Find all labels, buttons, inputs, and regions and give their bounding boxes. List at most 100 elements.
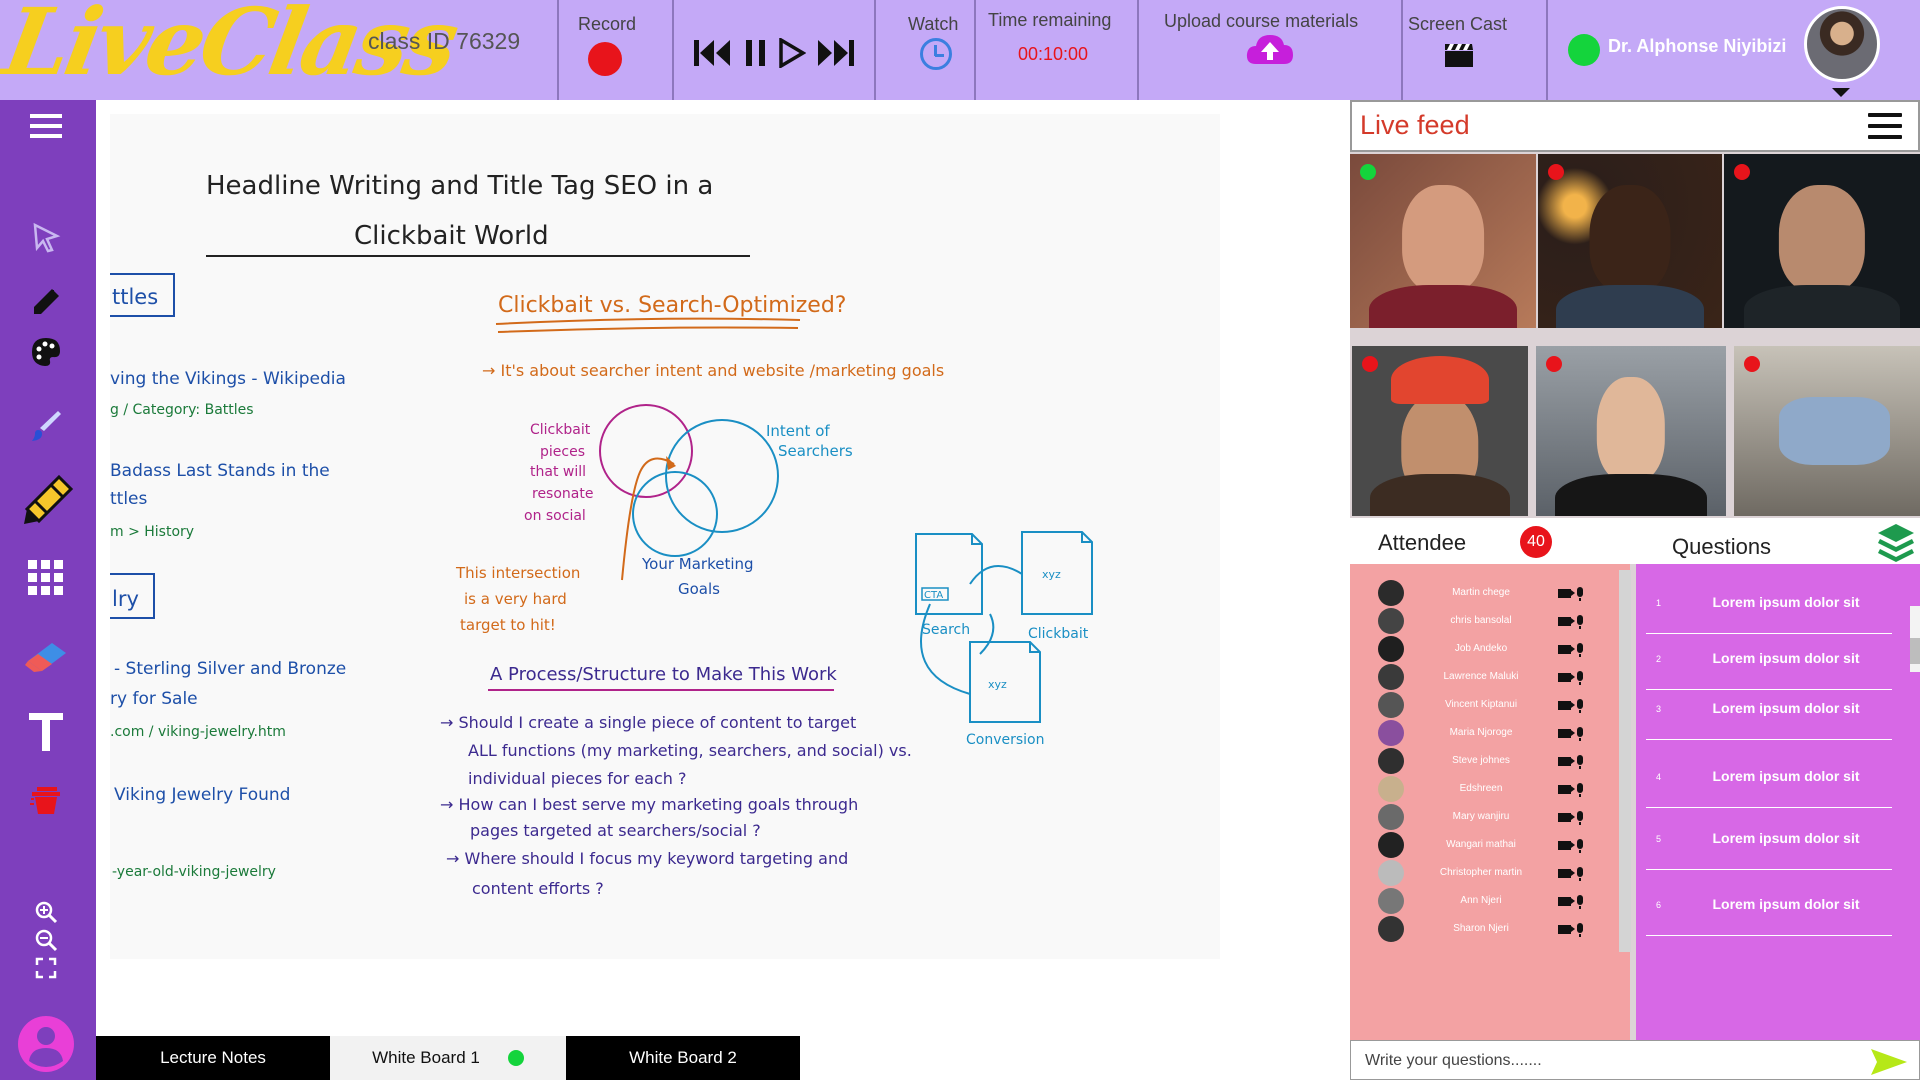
- attendee-row[interactable]: Edshreen: [1378, 776, 1618, 802]
- crayon-tool[interactable]: [20, 472, 76, 528]
- pencil-tool[interactable]: [22, 278, 70, 326]
- menu-icon[interactable]: [1868, 113, 1902, 139]
- user-avatar[interactable]: [1804, 6, 1880, 82]
- attendee-row[interactable]: Ann Njeri: [1378, 888, 1618, 914]
- microphone-icon[interactable]: [1577, 699, 1583, 713]
- camera-icon[interactable]: [1558, 813, 1575, 822]
- camera-icon[interactable]: [1558, 869, 1575, 878]
- camera-icon[interactable]: [1558, 701, 1575, 710]
- microphone-icon[interactable]: [1577, 867, 1583, 881]
- question-item[interactable]: 1 Lorem ipsum dolor sit: [1646, 576, 1892, 634]
- menu-button[interactable]: [22, 102, 70, 150]
- attendee-row[interactable]: Christopher martin: [1378, 860, 1618, 886]
- attendee-row[interactable]: Martin chege: [1378, 580, 1618, 606]
- camera-icon[interactable]: [1558, 897, 1575, 906]
- attendee-row[interactable]: chris bansolal: [1378, 608, 1618, 634]
- bullet-line: → How can I best serve my marketing goal…: [440, 795, 858, 814]
- record-button[interactable]: [588, 42, 622, 76]
- attendee-row[interactable]: Job Andeko: [1378, 636, 1618, 662]
- camera-icon[interactable]: [1558, 841, 1575, 850]
- question-number: 3: [1656, 704, 1662, 714]
- whiteboard-canvas[interactable]: Headline Writing and Title Tag SEO in a …: [110, 114, 1220, 959]
- video-tile[interactable]: [1734, 346, 1920, 516]
- microphone-icon[interactable]: [1577, 671, 1583, 685]
- skip-back-button[interactable]: [692, 36, 732, 70]
- video-tile[interactable]: [1536, 346, 1726, 516]
- skip-forward-button[interactable]: [816, 36, 856, 70]
- microphone-icon[interactable]: [1577, 755, 1583, 769]
- microphone-icon[interactable]: [1577, 923, 1583, 937]
- attendee-row[interactable]: Sharon Njeri: [1378, 916, 1618, 942]
- microphone-icon[interactable]: [1577, 811, 1583, 825]
- whiteboard-area[interactable]: Headline Writing and Title Tag SEO in a …: [96, 100, 1348, 1035]
- camera-icon[interactable]: [1558, 673, 1575, 682]
- grid-tool[interactable]: [22, 554, 70, 602]
- upload-button[interactable]: [1246, 32, 1294, 66]
- camera-icon[interactable]: [1558, 785, 1575, 794]
- question-item[interactable]: 4 Lorem ipsum dolor sit: [1646, 750, 1892, 808]
- layers-icon[interactable]: [1876, 522, 1916, 562]
- watch-label: Watch: [908, 14, 959, 34]
- status-dot: [1546, 356, 1562, 372]
- attendee-list[interactable]: Martin chege chris bansolal Job Andeko Lawr…: [1350, 564, 1631, 1080]
- status-dot: [1362, 356, 1378, 372]
- microphone-icon[interactable]: [1577, 727, 1583, 741]
- upload-label: Upload course materials: [1164, 11, 1359, 31]
- question-input[interactable]: [1365, 1050, 1865, 1072]
- play-button[interactable]: [778, 36, 806, 70]
- question-item[interactable]: 6 Lorem ipsum dolor sit: [1646, 878, 1892, 936]
- microphone-icon[interactable]: [1577, 895, 1583, 909]
- screen-cast-button[interactable]: [1444, 42, 1474, 68]
- attendee-name: Lawrence Maluki: [1443, 671, 1519, 682]
- eraser-tool[interactable]: [22, 632, 70, 680]
- zoom-out-button[interactable]: [22, 928, 70, 952]
- video-tile[interactable]: [1350, 154, 1536, 328]
- attendee-scrollbar[interactable]: [1619, 570, 1631, 952]
- delete-tool[interactable]: [22, 776, 70, 824]
- question-text: Lorem ipsum dolor sit: [1712, 768, 1860, 784]
- microphone-icon[interactable]: [1577, 839, 1583, 853]
- microphone-icon[interactable]: [1577, 643, 1583, 657]
- microphone-icon[interactable]: [1577, 615, 1583, 629]
- text-tool[interactable]: [22, 704, 70, 760]
- microphone-icon[interactable]: [1577, 783, 1583, 797]
- board-title-line1: Headline Writing and Title Tag SEO in a: [206, 171, 713, 201]
- time-remaining-label: Time remaining: [988, 10, 1112, 30]
- color-palette-tool[interactable]: [22, 328, 70, 376]
- tab-lecture-notes[interactable]: Lecture Notes: [96, 1036, 330, 1080]
- attendee-row[interactable]: Steve johnes: [1378, 748, 1618, 774]
- camera-icon[interactable]: [1558, 617, 1575, 626]
- left-fragment: m > History: [110, 524, 194, 540]
- fit-screen-button[interactable]: [22, 956, 70, 980]
- question-item[interactable]: 5 Lorem ipsum dolor sit: [1646, 812, 1892, 870]
- attendee-row[interactable]: Lawrence Maluki: [1378, 664, 1618, 690]
- camera-icon[interactable]: [1558, 589, 1575, 598]
- camera-icon[interactable]: [1558, 729, 1575, 738]
- attendee-row[interactable]: Maria Njoroge: [1378, 720, 1618, 746]
- attendee-row[interactable]: Wangari mathai: [1378, 832, 1618, 858]
- video-tile[interactable]: [1724, 154, 1920, 328]
- active-dot: [507, 1050, 524, 1066]
- camera-icon[interactable]: [1558, 645, 1575, 654]
- video-tile[interactable]: [1538, 154, 1722, 328]
- microphone-icon[interactable]: [1577, 587, 1583, 601]
- tab-white-board-2[interactable]: White Board 2: [566, 1036, 800, 1080]
- camera-icon[interactable]: [1558, 925, 1575, 934]
- pointer-tool[interactable]: [22, 214, 70, 262]
- send-icon[interactable]: [1869, 1047, 1909, 1077]
- video-tile[interactable]: [1352, 346, 1528, 516]
- attendee-row[interactable]: Mary wanjiru: [1378, 804, 1618, 830]
- profile-button[interactable]: [16, 1014, 76, 1074]
- pause-button[interactable]: [744, 36, 768, 70]
- question-item[interactable]: 3 Lorem ipsum dolor sit: [1646, 682, 1892, 740]
- clock-icon[interactable]: [920, 38, 952, 70]
- grid-icon: [28, 560, 63, 595]
- brush-tool[interactable]: [22, 402, 70, 450]
- camera-icon[interactable]: [1558, 757, 1575, 766]
- tab-white-board-1[interactable]: White Board 1: [330, 1036, 566, 1080]
- chevron-down-icon[interactable]: [1832, 88, 1850, 97]
- question-list[interactable]: 1 Lorem ipsum dolor sit 2 Lorem ipsum dolor…: [1636, 564, 1920, 1080]
- attendee-row[interactable]: Vincent Kiptanui: [1378, 692, 1618, 718]
- question-scrollbar-thumb[interactable]: [1910, 638, 1920, 664]
- zoom-in-button[interactable]: [22, 900, 70, 924]
